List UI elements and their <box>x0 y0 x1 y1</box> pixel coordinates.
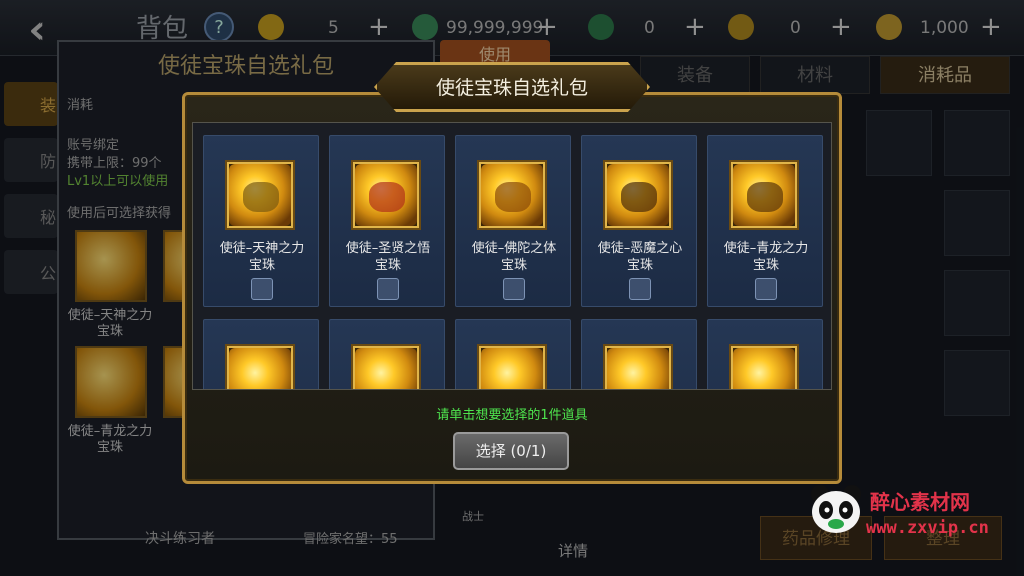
watermark-text: 醉心素材网 <box>870 490 970 514</box>
apostle-orb-icon <box>481 164 543 226</box>
orb-option-card[interactable]: 使徒–天神之力 宝珠 <box>203 135 319 307</box>
orb-frame <box>353 162 419 228</box>
selection-hint: 请单击想要选择的1件道具 <box>436 408 588 423</box>
orb-emblem <box>747 182 783 212</box>
orb-frame <box>605 346 671 389</box>
dialog-title: 使徒宝珠自选礼包 <box>435 77 588 99</box>
orb-frame <box>479 162 545 228</box>
confirm-select-button[interactable]: 选择 (0/1) <box>453 432 569 470</box>
apostle-orb-icon <box>607 348 669 389</box>
orb-checkbox[interactable] <box>755 278 777 300</box>
orb-checkbox[interactable] <box>377 278 399 300</box>
apostle-orb-icon <box>355 164 417 226</box>
apostle-orb-icon <box>733 164 795 226</box>
orb-emblem <box>621 182 657 212</box>
orb-option-card[interactable]: 使徒–恶魔之心 宝珠 <box>581 135 697 307</box>
orb-option-card[interactable] <box>329 319 445 389</box>
orb-option-card[interactable]: 使徒–青龙之力 宝珠 <box>707 135 823 307</box>
orb-name-suffix: 宝珠 <box>500 258 527 273</box>
item-grid[interactable]: 使徒–天神之力 宝珠 使徒–圣贤之悟 宝珠 使徒–佛陀之体 宝珠 使徒–恶魔之心 宝珠 使徒–青… <box>192 122 832 390</box>
orb-option-card[interactable] <box>455 319 571 389</box>
orb-option-card[interactable] <box>581 319 697 389</box>
orb-checkbox[interactable] <box>629 278 651 300</box>
orb-option-card[interactable]: 使徒–佛陀之体 宝珠 <box>455 135 571 307</box>
orb-name-suffix: 宝珠 <box>626 258 653 273</box>
orb-frame <box>731 346 797 389</box>
apostle-orb-icon <box>229 164 291 226</box>
apostle-orb-icon <box>481 348 543 389</box>
watermark-url: www.zxvip.cn <box>866 518 989 538</box>
orb-name: 使徒–恶魔之心 <box>597 241 683 256</box>
orb-emblem <box>243 182 279 212</box>
orb-name: 使徒–圣贤之悟 <box>345 241 431 256</box>
orb-name-suffix: 宝珠 <box>248 258 275 273</box>
orb-checkbox[interactable] <box>251 278 273 300</box>
orb-emblem <box>369 182 405 212</box>
orb-option-card[interactable]: 使徒–圣贤之悟 宝珠 <box>329 135 445 307</box>
orb-frame <box>353 346 419 389</box>
orb-option-card[interactable] <box>203 319 319 389</box>
orb-name: 使徒–天神之力 <box>219 241 305 256</box>
orb-checkbox[interactable] <box>503 278 525 300</box>
apostle-orb-icon <box>355 348 417 389</box>
orb-frame <box>605 162 671 228</box>
orb-name-suffix: 宝珠 <box>374 258 401 273</box>
orb-frame <box>479 346 545 389</box>
apostle-orb-icon <box>607 164 669 226</box>
orb-frame <box>227 346 293 389</box>
panda-logo-icon <box>811 485 861 533</box>
orb-name-suffix: 宝珠 <box>752 258 779 273</box>
apostle-orb-icon <box>733 348 795 389</box>
orb-frame <box>227 162 293 228</box>
orb-frame <box>731 162 797 228</box>
orb-option-card[interactable] <box>707 319 823 389</box>
orb-name: 使徒–佛陀之体 <box>471 241 557 256</box>
apostle-orb-icon <box>229 348 291 389</box>
orb-name: 使徒–青龙之力 <box>723 241 809 256</box>
orb-emblem <box>495 182 531 212</box>
